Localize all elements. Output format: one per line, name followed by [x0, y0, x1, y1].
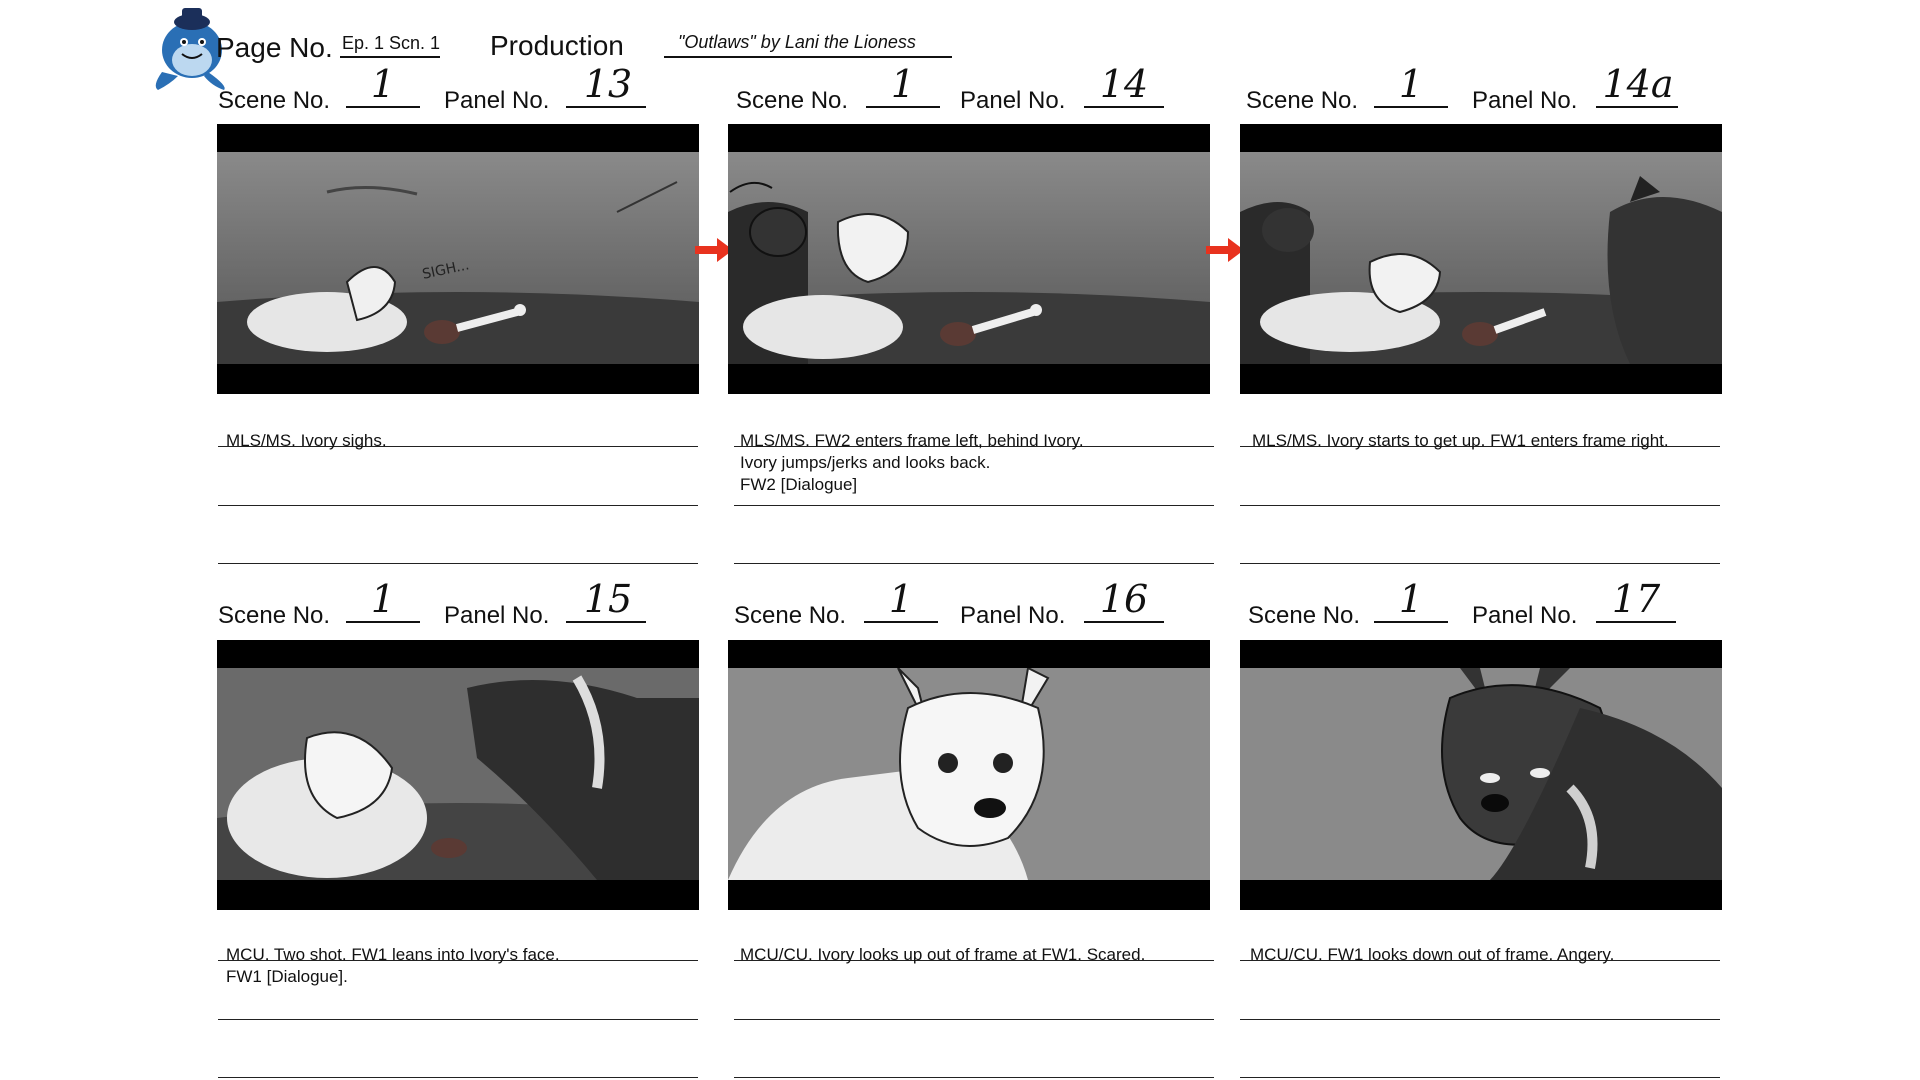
- panel-label: Panel No.: [1472, 87, 1578, 114]
- desc-rule: [734, 1019, 1214, 1020]
- panel-label: Panel No.: [960, 602, 1066, 629]
- desc-rule: [1240, 563, 1720, 564]
- panel-description-line[interactable]: FW1 [Dialogue].: [226, 966, 348, 988]
- panel-underline: [566, 621, 646, 623]
- production-underline: [664, 56, 952, 58]
- desc-rule: [1240, 1019, 1720, 1020]
- production-label: Production: [490, 30, 624, 61]
- page-no-label: Page No.: [216, 32, 333, 63]
- storyboard-frame-14[interactable]: [728, 124, 1210, 394]
- scene-label: Scene No.: [218, 87, 331, 114]
- desc-rule: [1240, 1077, 1720, 1078]
- scene-underline: [1374, 106, 1448, 108]
- panel-number[interactable]: 13: [568, 62, 648, 106]
- page-no-value[interactable]: Ep. 1 Scn. 1: [342, 33, 440, 54]
- scene-sketch-two-shot: [217, 668, 699, 880]
- scene-underline: [346, 106, 420, 108]
- panel-description-line[interactable]: MLS/MS. FW2 enters frame left, behind Iv…: [740, 430, 1084, 452]
- storyboard-frame-17[interactable]: [1240, 640, 1722, 910]
- scene-underline: [866, 106, 940, 108]
- panel-underline: [566, 106, 646, 108]
- transition-arrow-icon: [1206, 238, 1244, 262]
- scene-number[interactable]: 1: [866, 62, 940, 106]
- panel-description-line[interactable]: MCU. Two shot. FW1 leans into Ivory's fa…: [226, 944, 560, 966]
- desc-rule: [734, 505, 1214, 506]
- panel-label: Panel No.: [1472, 602, 1578, 629]
- storyboard-frame-13[interactable]: SIGH...: [217, 124, 699, 394]
- scene-label: Scene No.: [736, 87, 849, 114]
- scene-underline: [346, 621, 420, 623]
- scene-label: Scene No.: [1246, 87, 1359, 114]
- scene-number[interactable]: 1: [1374, 62, 1448, 106]
- scene-sketch-ivory-scared: [728, 668, 1210, 880]
- panel-number[interactable]: 17: [1596, 577, 1676, 621]
- panel-label: Panel No.: [444, 87, 550, 114]
- production-value[interactable]: "Outlaws" by Lani the Lioness: [678, 32, 916, 53]
- scene-sketch-fw2-enters: [728, 152, 1210, 364]
- panel-label: Panel No.: [960, 87, 1066, 114]
- scene-sketch-fw1-enters: [1240, 152, 1722, 364]
- panel-description-line[interactable]: MCU/CU. Ivory looks up out of frame at F…: [740, 944, 1145, 966]
- panel-description-line[interactable]: Ivory jumps/jerks and looks back.: [740, 452, 990, 474]
- scene-label: Scene No.: [734, 602, 847, 629]
- scene-label: Scene No.: [218, 602, 331, 629]
- panel-description-line[interactable]: FW2 [Dialogue]: [740, 474, 857, 496]
- panel-description-line[interactable]: MCU/CU. FW1 looks down out of frame. Ang…: [1250, 944, 1614, 966]
- panel-underline: [1596, 106, 1678, 108]
- desc-rule: [218, 1019, 698, 1020]
- panel-label: Panel No.: [444, 602, 550, 629]
- panel-number[interactable]: 16: [1084, 577, 1164, 621]
- desc-rule: [218, 563, 698, 564]
- panel-number[interactable]: 15: [568, 577, 648, 621]
- panel-number[interactable]: 14: [1084, 62, 1164, 106]
- desc-rule: [1240, 505, 1720, 506]
- panel-underline: [1596, 621, 1676, 623]
- scene-number[interactable]: 1: [1374, 577, 1448, 621]
- panel-description-line[interactable]: MLS/MS. Ivory sighs.: [226, 430, 387, 452]
- page-no-underline: [340, 56, 440, 58]
- desc-rule: [218, 1077, 698, 1078]
- storyboard-frame-14a[interactable]: [1240, 124, 1722, 394]
- scene-underline: [864, 621, 938, 623]
- panel-underline: [1084, 621, 1164, 623]
- storyboard-frame-15[interactable]: [217, 640, 699, 910]
- scene-sketch-ivory-sighs: [217, 152, 699, 364]
- scene-number[interactable]: 1: [346, 577, 420, 621]
- scene-number[interactable]: 1: [864, 577, 938, 621]
- desc-rule: [734, 563, 1214, 564]
- panel-description-line[interactable]: MLS/MS. Ivory starts to get up. FW1 ente…: [1252, 430, 1669, 452]
- desc-rule: [218, 505, 698, 506]
- panel-number[interactable]: 14a: [1596, 62, 1680, 106]
- scene-underline: [1374, 621, 1448, 623]
- panel-underline: [1084, 106, 1164, 108]
- scene-number[interactable]: 1: [346, 62, 420, 106]
- scene-label: Scene No.: [1248, 602, 1361, 629]
- storyboard-frame-16[interactable]: [728, 640, 1210, 910]
- scene-sketch-fw1-angry: [1240, 668, 1722, 880]
- desc-rule: [734, 1077, 1214, 1078]
